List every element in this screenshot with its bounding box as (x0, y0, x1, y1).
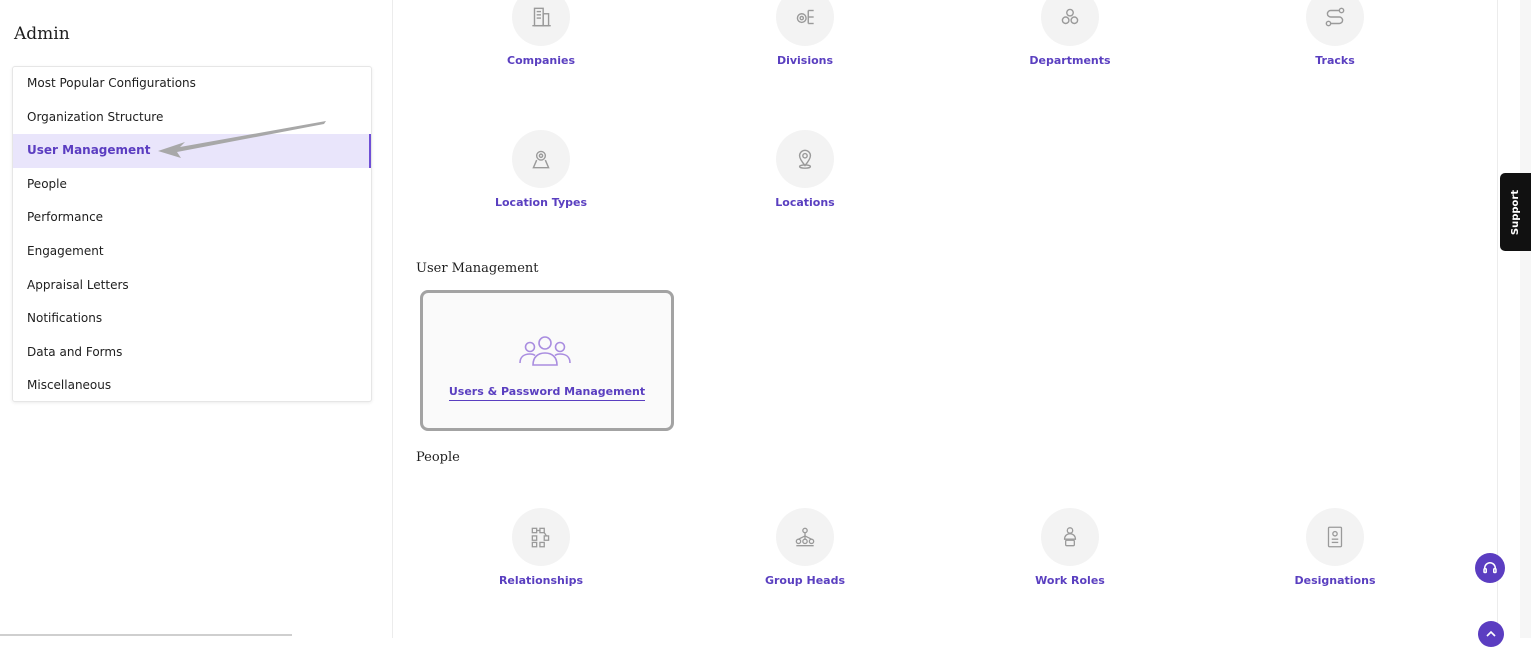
tile-label: Locations (775, 196, 835, 209)
designations-icon (1306, 508, 1364, 566)
location-pin-icon (776, 130, 834, 188)
section-title-user-management: User Management (416, 261, 539, 276)
tile-label: Companies (507, 54, 575, 67)
headset-icon (1483, 562, 1497, 574)
tile-label: Departments (1029, 54, 1111, 67)
group-heads-icon (776, 508, 834, 566)
menu-item-performance[interactable]: Performance (13, 201, 371, 235)
menu-item-appraisal-letters[interactable]: Appraisal Letters (13, 269, 371, 303)
work-roles-icon (1041, 508, 1099, 566)
tile-locations[interactable]: Locations (720, 130, 890, 209)
divisions-icon (776, 0, 834, 46)
tracks-icon (1306, 0, 1364, 46)
location-type-icon (512, 130, 570, 188)
bottom-divider (0, 634, 292, 636)
tile-label: Relationships (498, 574, 584, 587)
tile-group-heads[interactable]: Group Heads (720, 508, 890, 587)
departments-icon (1041, 0, 1099, 46)
section-title-people: People (416, 450, 460, 465)
relationships-icon (512, 508, 570, 566)
scroll-to-top-button[interactable] (1478, 621, 1504, 647)
support-tab[interactable]: Support (1500, 173, 1531, 251)
tile-location-types[interactable]: Location Types (456, 130, 626, 209)
tile-label: Divisions (776, 54, 834, 67)
admin-menu: Most Popular Configurations Organization… (12, 66, 372, 402)
menu-item-notifications[interactable]: Notifications (13, 302, 371, 336)
menu-item-most-popular[interactable]: Most Popular Configurations (13, 67, 371, 101)
tile-label: Location Types (494, 196, 587, 209)
tile-label: Group Heads (764, 574, 846, 587)
users-group-icon (515, 321, 575, 381)
building-icon (512, 0, 570, 46)
admin-title: Admin (14, 24, 70, 44)
tile-work-roles[interactable]: Work Roles (985, 508, 1155, 587)
menu-item-data-and-forms[interactable]: Data and Forms (13, 336, 371, 370)
chevron-up-icon (1486, 630, 1496, 637)
tile-label: Users & Password Management (423, 385, 671, 401)
tile-users-password-management[interactable]: Users & Password Management (420, 290, 674, 431)
menu-item-engagement[interactable]: Engagement (13, 235, 371, 269)
support-label: Support (1510, 189, 1522, 235)
tile-departments[interactable]: Departments (985, 0, 1155, 67)
tile-tracks[interactable]: Tracks (1250, 0, 1420, 67)
tile-designations[interactable]: Designations (1250, 508, 1420, 587)
menu-item-people[interactable]: People (13, 168, 371, 202)
tile-companies[interactable]: Companies (456, 0, 626, 67)
tile-label: Work Roles (1035, 574, 1105, 587)
tile-label: Designations (1294, 574, 1376, 587)
menu-item-organization-structure[interactable]: Organization Structure (13, 101, 371, 135)
tile-divisions[interactable]: Divisions (720, 0, 890, 67)
tile-relationships[interactable]: Relationships (456, 508, 626, 587)
menu-item-user-management[interactable]: User Management (13, 134, 371, 168)
users-password-link: Users & Password Management (448, 385, 646, 401)
help-headset-button[interactable] (1475, 553, 1505, 583)
menu-item-miscellaneous[interactable]: Miscellaneous (13, 369, 371, 403)
tile-label: Tracks (1315, 54, 1355, 67)
scrollbar-track[interactable] (1520, 0, 1531, 638)
